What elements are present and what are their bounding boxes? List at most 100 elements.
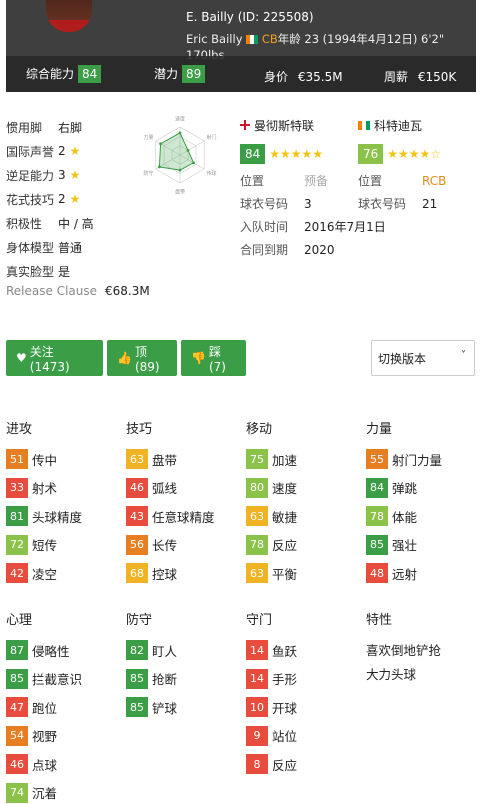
attribute-name: 反应: [272, 757, 298, 773]
attribute-row: 78 反应: [246, 534, 297, 556]
radar-value-point: [192, 161, 195, 165]
thumbs-up-icon: 👍: [117, 351, 132, 365]
club-row: 合同到期 2020: [240, 242, 335, 258]
attribute-value: 51: [6, 449, 28, 469]
info-row: 真实脸型是: [6, 264, 71, 279]
national-team-panel: 科特迪瓦 76 ★★★★☆ 位置 RCB 球衣号码 21: [358, 115, 446, 215]
attribute-value: 46: [6, 754, 28, 774]
value-stat: 身价 €35.5M: [264, 70, 343, 84]
club-stars-icon: ★★★★★: [269, 147, 324, 161]
section-title-traits: 特性: [366, 613, 393, 628]
attribute-name: 点球: [32, 757, 58, 773]
attribute-value: 42: [6, 563, 28, 583]
attribute-value: 85: [126, 697, 148, 717]
radar-value-point: [178, 168, 182, 172]
attribute-name: 盯人: [152, 643, 178, 659]
attribute-name: 短传: [32, 538, 58, 553]
attribute-value: 14: [246, 640, 268, 660]
attribute-value: 78: [366, 506, 388, 526]
attribute-value: 84: [366, 477, 388, 498]
attribute-value: 14: [246, 668, 268, 689]
radar-value-point: [159, 142, 163, 146]
info-row: 国际声誉 2 ★: [6, 144, 81, 159]
heart-icon: ♥: [16, 351, 27, 365]
section-title-movement: 移动: [246, 422, 273, 437]
national-rating: 76: [358, 144, 384, 164]
attribute-name: 跑位: [32, 700, 58, 716]
attribute-row: 43 任意球精度: [126, 505, 215, 527]
info-row: 逆足能力 3 ★: [6, 168, 81, 183]
overall-stat: 综合能力 84: [26, 65, 102, 83]
attribute-row: 85 强壮: [366, 534, 417, 556]
wage-stat: 周薪 €150K: [384, 70, 457, 84]
version-select[interactable]: 切换版本 ˅: [371, 340, 475, 376]
attribute-value: 81: [6, 506, 28, 526]
attribute-name: 敏捷: [272, 509, 298, 525]
national-stars-icon: ★★★★☆: [387, 147, 442, 161]
attribute-row: 51 传中: [6, 448, 57, 470]
attribute-row: 68 控球: [126, 562, 177, 584]
attribute-value: 85: [126, 668, 148, 689]
attribute-row: 78 体能: [366, 505, 417, 527]
attribute-row: 72 短传: [6, 534, 57, 556]
star-icon: ★: [69, 144, 81, 158]
attribute-name: 鱼跃: [272, 643, 298, 659]
radar-axis-label: 盘带: [175, 188, 185, 195]
attribute-row: 63 盘带: [126, 448, 177, 470]
attribute-name: 强壮: [392, 538, 418, 553]
attribute-value: 48: [366, 563, 388, 583]
attribute-name: 传中: [32, 452, 58, 468]
attribute-name: 任意球精度: [152, 509, 215, 525]
attribute-value: 55: [366, 449, 388, 469]
attribute-radar-chart: 速度射门传球盘带 防守 力量: [143, 116, 217, 196]
release-clause-value: €68.3M: [105, 284, 150, 298]
thumbs-down-icon: 👎: [191, 351, 206, 365]
attribute-name: 站位: [272, 729, 298, 744]
star-icon: ★: [69, 168, 81, 182]
attribute-value: 56: [126, 534, 148, 555]
trait-item: 喜欢倒地铲抢: [366, 643, 442, 658]
national-row: 球衣号码 21: [358, 196, 438, 212]
attribute-name: 控球: [152, 566, 178, 582]
star-icon: ★: [69, 192, 81, 206]
info-row: 身体模型 普通: [6, 240, 83, 255]
attribute-value: 82: [126, 640, 148, 660]
follow-button[interactable]: ♥ 关注 (1473): [6, 340, 103, 376]
attribute-value: 33: [6, 477, 28, 498]
section-title-defending: 防守: [126, 613, 153, 628]
chevron-down-icon: ˅: [461, 350, 466, 361]
section-title-mentality: 心理: [6, 613, 33, 628]
attribute-value: 47: [6, 697, 28, 717]
attribute-value: 75: [246, 449, 268, 469]
radar-axis-label: 速度: [175, 116, 185, 123]
wage-amount: €150K: [417, 70, 457, 84]
attribute-value: 63: [126, 449, 148, 469]
club-name[interactable]: 曼彻斯特联: [254, 117, 314, 134]
national-team-name[interactable]: 科特迪瓦: [374, 117, 422, 134]
radar-axis-label: 射门: [207, 134, 217, 141]
attribute-row: 87 侵略性: [6, 639, 70, 661]
attribute-value: 63: [246, 506, 268, 526]
attribute-row: 46 弧线: [126, 477, 177, 499]
attribute-value: 43: [126, 506, 148, 526]
attribute-row: 33 射术: [6, 477, 57, 499]
attribute-row: 14 手形: [246, 668, 297, 690]
player-avatar: [46, 0, 92, 32]
potential-value: 89: [182, 65, 206, 83]
club-rating: 84: [240, 144, 266, 164]
attribute-name: 加速: [272, 452, 298, 468]
attribute-name: 开球: [272, 700, 298, 716]
attribute-name: 射术: [32, 481, 58, 496]
radar-value-point: [157, 165, 161, 169]
attribute-value: 80: [246, 477, 268, 498]
national-row: 位置 RCB: [358, 173, 447, 189]
attribute-value: 46: [126, 477, 148, 498]
radar-axis-label: 力量: [143, 134, 153, 141]
attribute-name: 头球精度: [32, 509, 83, 525]
value-amount: €35.5M: [297, 70, 343, 84]
ivory-coast-flag-icon: [246, 35, 259, 44]
attribute-name: 平衡: [272, 566, 298, 582]
dislike-button[interactable]: 👎 踩 (7): [181, 340, 246, 376]
like-button[interactable]: 👍 顶 (89): [107, 340, 177, 376]
radar-value-point: [178, 131, 182, 135]
